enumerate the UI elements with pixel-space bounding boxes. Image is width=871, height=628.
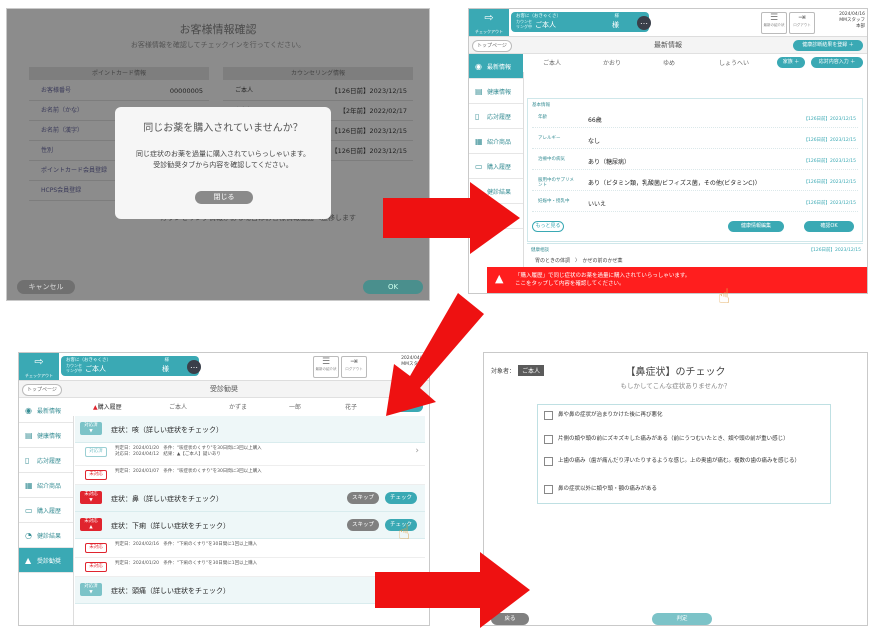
flow-arrows <box>375 182 530 628</box>
tap-cursor-icon: ☝ <box>718 284 731 308</box>
arrow-right-bottom <box>375 552 530 628</box>
tap-cursor-icon: ☝ <box>398 520 411 544</box>
arrow-right-top <box>383 182 520 254</box>
arrow-diagonal <box>386 293 484 416</box>
